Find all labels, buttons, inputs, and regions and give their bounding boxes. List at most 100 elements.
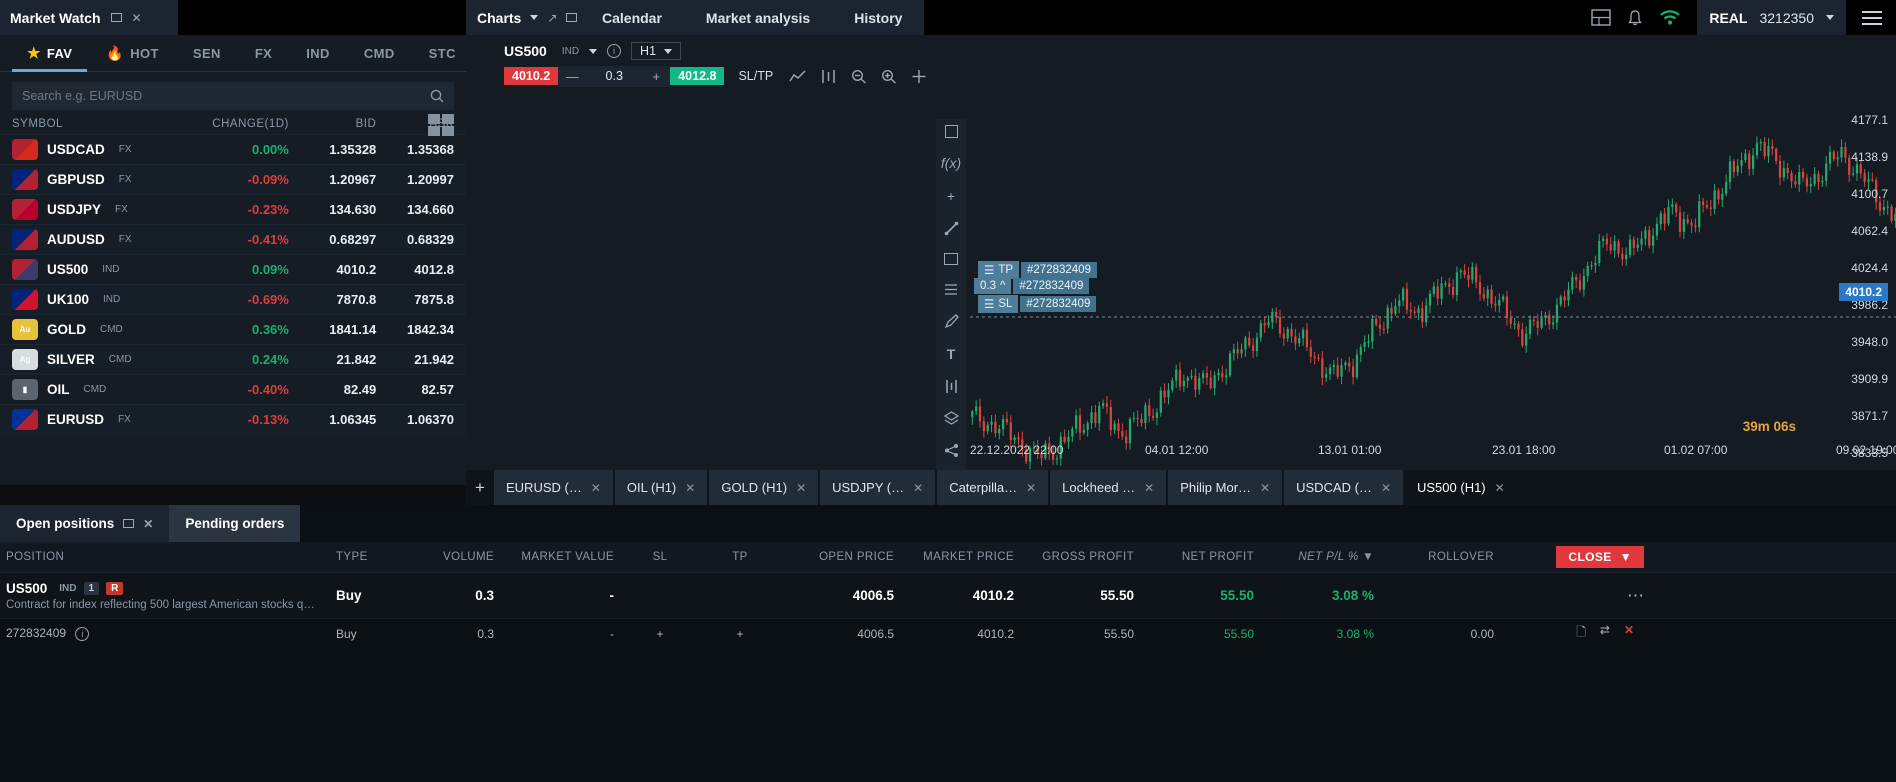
bid-value[interactable]: 21.842 [289,352,376,367]
chart-tab-7[interactable]: USDCAD (…✕ [1284,470,1403,505]
popout-icon[interactable]: ↗ [547,12,557,24]
ask-value[interactable]: 1.06370 [376,412,454,427]
chart-tab-4[interactable]: Caterpilla…✕ [937,470,1048,505]
sl-position-label[interactable]: ☰SL #272832409 [978,295,1096,313]
chevron-up-icon[interactable]: ^ [1000,280,1005,292]
volume-stepper[interactable]: — 0.3 + [558,66,670,87]
info-icon[interactable]: i [607,44,621,58]
chevron-down-icon[interactable] [530,15,538,20]
search-bar[interactable] [12,82,454,110]
crosshair-tool-icon[interactable] [945,125,958,138]
order-add-sl-button[interactable]: + [620,627,700,641]
ask-value[interactable]: 134.660 [376,202,454,217]
close-icon[interactable]: ✕ [132,12,142,24]
layers-tool-icon[interactable] [944,411,959,426]
mw-tab-sen[interactable]: SEN [178,35,236,72]
account-selector[interactable]: REAL 3212350 [1697,0,1846,35]
maximize-icon[interactable] [123,519,134,528]
close-icon[interactable]: ✕ [1026,481,1036,495]
mw-tab-fx[interactable]: FX [240,35,287,72]
indicators-icon[interactable] [820,69,837,84]
mw-tab-fav[interactable]: ★ FAV [12,35,87,72]
bid-value[interactable]: 0.68297 [289,232,376,247]
bid-value[interactable]: 7870.8 [289,292,376,307]
close-icon[interactable]: ✕ [1495,481,1505,495]
bid-value[interactable]: 1841.14 [289,322,376,337]
tab-open-positions[interactable]: Open positions ✕ [0,505,169,542]
duplicate-icon[interactable]: 🗋 [1576,623,1586,644]
bid-value[interactable]: 1.35328 [289,142,376,157]
crosshair-move-icon[interactable] [911,69,927,84]
search-input[interactable] [22,89,402,103]
info-icon[interactable]: i [75,627,89,641]
add-tool-icon[interactable]: + [947,188,955,204]
ask-value[interactable]: 82.57 [376,382,454,397]
chart-tab-5[interactable]: Lockheed …✕ [1050,470,1166,505]
mw-tab-ind[interactable]: IND [291,35,345,72]
close-order-icon[interactable]: ✕ [1624,623,1634,644]
grid-view-icon[interactable] [428,114,454,136]
rectangle-tool-icon[interactable] [944,253,958,265]
chart-tab-0[interactable]: EURUSD (…✕ [494,470,613,505]
market-watch-row[interactable]: EURUSDFX-0.13%1.063451.06370 [0,404,466,434]
ask-value[interactable]: 1.35368 [376,142,454,157]
close-all-button[interactable]: CLOSE ▼ [1556,546,1644,568]
volume-increase-button[interactable]: + [642,69,670,84]
order-add-tp-button[interactable]: + [700,627,780,641]
more-options-icon[interactable]: ⋯ [1627,586,1644,605]
chevron-down-icon[interactable] [664,49,672,54]
maximize-icon[interactable] [111,13,122,22]
mw-tab-cmd[interactable]: CMD [349,35,410,72]
market-watch-row[interactable]: AuGOLDCMD0.36%1841.141842.34 [0,314,466,344]
wifi-icon[interactable] [1659,9,1681,26]
chart-tab-1[interactable]: OIL (H1)✕ [615,470,707,505]
text-tool-icon[interactable]: T [947,346,956,362]
market-watch-row[interactable]: UK100IND-0.69%7870.87875.8 [0,284,466,314]
bid-value[interactable]: 1.20967 [289,172,376,187]
timeframe-selector[interactable]: H1 [631,42,681,60]
pencil-tool-icon[interactable] [944,314,959,329]
hamburger-icon[interactable] [1862,7,1882,29]
bid-value[interactable]: 82.49 [289,382,376,397]
tab-market-analysis[interactable]: Market analysis [684,0,832,35]
chart-tab-2[interactable]: GOLD (H1)✕ [709,470,818,505]
volume-decrease-button[interactable]: — [558,69,586,84]
bell-icon[interactable] [1627,9,1643,27]
ask-value[interactable]: 21.942 [376,352,454,367]
bid-value[interactable]: 134.630 [289,202,376,217]
market-watch-row[interactable]: ▮OILCMD-0.40%82.4982.57 [0,374,466,404]
ask-value[interactable]: 4012.8 [376,262,454,277]
chart-tab-8[interactable]: US500 (H1)✕ [1405,470,1517,505]
drag-handle-icon[interactable]: ☰ [984,263,994,277]
close-icon[interactable]: ✕ [796,481,806,495]
chart-tab-6[interactable]: Philip Mor…✕ [1168,470,1282,505]
sell-button[interactable]: 4010.2 [504,67,558,85]
position-actions[interactable]: ⋯ [1500,586,1650,606]
tab-history[interactable]: History [832,0,924,35]
bid-value[interactable]: 4010.2 [289,262,376,277]
sort-desc-icon[interactable]: ▼ [1362,551,1374,563]
close-icon[interactable]: ✕ [143,518,153,530]
ask-value[interactable]: 1842.34 [376,322,454,337]
bid-value[interactable]: 1.06345 [289,412,376,427]
zoom-in-icon[interactable] [881,69,897,84]
order-row[interactable]: 272832409 i Buy 0.3 - + + 4006.5 4010.2 … [0,618,1896,648]
market-watch-row[interactable]: USDJPYFX-0.23%134.630134.660 [0,194,466,224]
buy-button[interactable]: 4012.8 [670,67,724,85]
close-icon[interactable]: ✕ [913,481,923,495]
market-watch-row[interactable]: US500IND0.09%4010.24012.8 [0,254,466,284]
tab-pending-orders[interactable]: Pending orders [169,505,300,542]
search-icon[interactable] [430,89,444,103]
col-net-pl-pct[interactable]: NET P/L % ▼ [1260,551,1380,563]
line-tool-icon[interactable] [944,221,959,236]
close-icon[interactable]: ✕ [685,481,695,495]
share-tool-icon[interactable] [944,443,959,458]
ask-value[interactable]: 7875.8 [376,292,454,307]
close-icon[interactable]: ✕ [1381,481,1391,495]
market-watch-row[interactable]: GBPUSDFX-0.09%1.209671.20997 [0,164,466,194]
line-chart-icon[interactable] [789,69,806,84]
chevron-down-icon[interactable] [1826,15,1834,20]
close-icon[interactable]: ✕ [591,481,601,495]
tab-calendar[interactable]: Calendar [580,0,684,35]
drag-handle-icon[interactable]: ☰ [984,297,994,311]
